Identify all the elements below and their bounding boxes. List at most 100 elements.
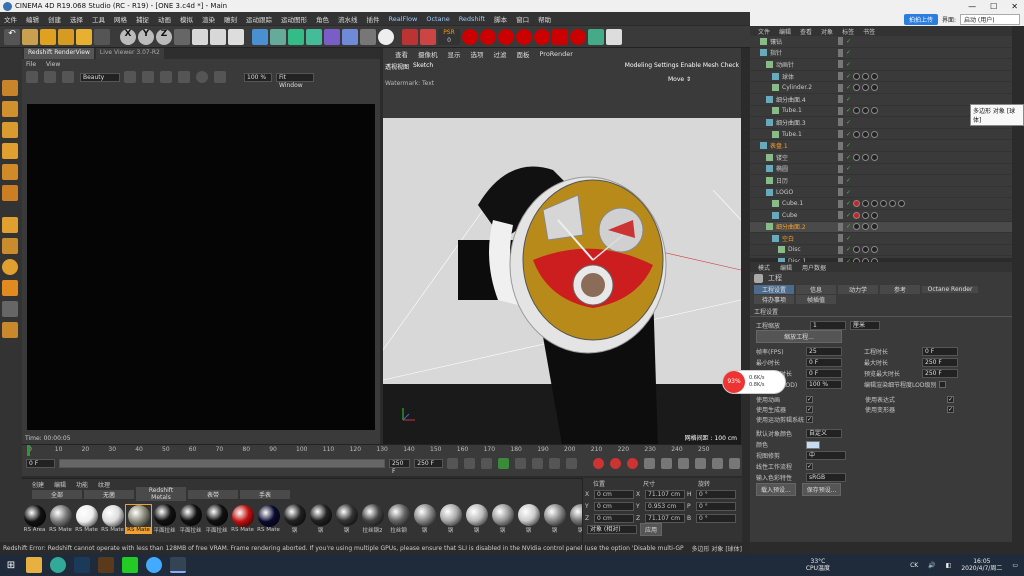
play-icon[interactable]: [498, 457, 510, 469]
menu-item[interactable]: 角色: [316, 14, 329, 24]
subdivision-icon[interactable]: [288, 28, 304, 45]
object-row[interactable]: Disc ✓: [750, 245, 1012, 257]
volume-icon[interactable]: 🔊: [928, 562, 935, 569]
color-swatch[interactable]: [806, 440, 820, 449]
material-item[interactable]: 拉丝钢2: [360, 504, 385, 534]
load-preset-button[interactable]: 载入预设...: [756, 482, 796, 496]
rs-menu-file[interactable]: File: [26, 61, 36, 68]
scale-field[interactable]: 1: [810, 321, 846, 330]
material-tag-icon[interactable]: [853, 246, 861, 254]
enable-check-icon[interactable]: ✓: [846, 212, 851, 219]
coord-value[interactable]: 0.953 cm: [645, 501, 685, 511]
enable-check-icon[interactable]: ✓: [846, 200, 851, 207]
object-menu-item[interactable]: 书签: [863, 27, 875, 36]
visibility-icon[interactable]: [838, 234, 843, 243]
material-tag-icon[interactable]: [889, 200, 897, 208]
use-generator-checkbox[interactable]: ✓: [806, 405, 813, 413]
magnet-icon[interactable]: [2, 280, 18, 296]
key-move-icon[interactable]: [644, 457, 655, 469]
enable-check-icon[interactable]: ✓: [846, 235, 851, 242]
material-tag-icon[interactable]: [871, 130, 879, 138]
menu-item[interactable]: Octane: [426, 15, 449, 23]
visibility-icon[interactable]: [838, 60, 843, 69]
visibility-icon[interactable]: [838, 48, 843, 57]
rs-snapshot-icon[interactable]: [124, 71, 136, 83]
rs-light2-icon[interactable]: [480, 28, 496, 45]
photoshop-icon[interactable]: [74, 557, 90, 573]
object-row[interactable]: LOGO ✓: [750, 187, 1012, 199]
rs-alpha-icon[interactable]: [178, 71, 190, 83]
coord-system-icon[interactable]: [174, 28, 190, 45]
input-color-select[interactable]: sRGB: [806, 473, 846, 482]
texture-mode-icon[interactable]: [2, 122, 18, 138]
menu-item[interactable]: 动画: [158, 14, 171, 24]
aov-select[interactable]: Beauty: [80, 72, 120, 82]
material-tag-icon[interactable]: [853, 223, 861, 231]
viewport-menu-item[interactable]: 摄像机: [418, 49, 438, 59]
object-row[interactable]: 椭圆 ✓: [750, 164, 1012, 176]
object-row[interactable]: Cube.1 ✓: [750, 198, 1012, 210]
cloud-icon[interactable]: [146, 557, 162, 573]
object-row[interactable]: 镶钻 ✓: [750, 36, 1012, 48]
visibility-icon[interactable]: [838, 106, 843, 115]
rs-color-icon[interactable]: [160, 71, 172, 83]
coord-value[interactable]: 0 °: [696, 501, 736, 511]
material-item[interactable]: RS Mate: [256, 505, 281, 533]
material-tag-icon[interactable]: [862, 223, 870, 231]
enable-check-icon[interactable]: ✓: [846, 49, 851, 56]
enable-check-icon[interactable]: ✓: [846, 165, 851, 172]
visibility-icon[interactable]: [838, 83, 843, 92]
material-tag-icon[interactable]: [853, 72, 861, 80]
lod-field[interactable]: 100 %: [806, 380, 842, 389]
preview-min-field[interactable]: 0 F: [806, 369, 842, 378]
material-item[interactable]: 钢: [438, 504, 463, 534]
attribute-tab[interactable]: 参考: [880, 284, 920, 294]
menu-item[interactable]: 创建: [48, 14, 61, 24]
network-icon[interactable]: ◧: [946, 562, 952, 569]
enable-check-icon[interactable]: ✓: [846, 119, 851, 126]
menu-item[interactable]: 选择: [70, 14, 83, 24]
start-icon[interactable]: ⊞: [0, 554, 22, 576]
rs-shader-icon[interactable]: [606, 28, 622, 45]
render-settings-icon[interactable]: [228, 28, 244, 45]
use-animation-checkbox[interactable]: ✓: [806, 395, 813, 403]
material-tab[interactable]: Redshift Metals: [136, 487, 186, 501]
material-tab[interactable]: 无菌: [84, 489, 134, 499]
make-editable-icon[interactable]: [2, 80, 18, 96]
visibility-icon[interactable]: [838, 245, 843, 254]
render-view-icon[interactable]: [210, 28, 226, 45]
browser-icon[interactable]: [50, 557, 66, 573]
attribute-tab[interactable]: 工程设置: [754, 284, 794, 294]
axis-z-button[interactable]: Z: [156, 28, 172, 45]
lock-icon[interactable]: [2, 301, 18, 317]
pen-icon[interactable]: [270, 28, 286, 45]
attribute-tab[interactable]: 帧插值: [796, 294, 836, 304]
menu-item[interactable]: 雕刻: [224, 14, 237, 24]
coord-value[interactable]: 0 cm: [594, 501, 634, 511]
rs-crop-icon[interactable]: [142, 71, 154, 83]
material-item[interactable]: 钢: [490, 504, 515, 534]
coord-value[interactable]: 0 cm: [594, 513, 634, 523]
linear-workflow-checkbox[interactable]: ✓: [806, 463, 813, 470]
visibility-icon[interactable]: [838, 118, 843, 127]
material-tag-icon[interactable]: [862, 200, 870, 208]
point-mode-icon[interactable]: [2, 143, 18, 159]
object-menu-item[interactable]: 编辑: [779, 27, 791, 36]
enable-check-icon[interactable]: ✓: [846, 142, 851, 149]
material-tag-icon[interactable]: [871, 200, 879, 208]
enable-check-icon[interactable]: ✓: [846, 131, 851, 138]
material-item[interactable]: RS Mate: [48, 505, 73, 533]
visibility-icon[interactable]: [838, 141, 843, 150]
next-key-icon[interactable]: [532, 457, 544, 469]
clock[interactable]: 16:05 2020/4/7/周二: [961, 558, 1002, 572]
light-icon[interactable]: [378, 28, 394, 45]
material-item[interactable]: RS Mate: [100, 505, 125, 533]
object-row[interactable]: 空白 ✓: [750, 233, 1012, 245]
material-item[interactable]: 钢: [334, 504, 359, 534]
material-item[interactable]: 钢: [412, 504, 437, 534]
key-param-icon[interactable]: [695, 457, 706, 469]
viewport-canvas[interactable]: 透视视图 Sketch Modeling Settings Enable Mes…: [382, 60, 742, 450]
object-row[interactable]: 镂空 ✓: [750, 152, 1012, 164]
visibility-icon[interactable]: [838, 222, 843, 231]
visibility-icon[interactable]: [838, 176, 843, 185]
